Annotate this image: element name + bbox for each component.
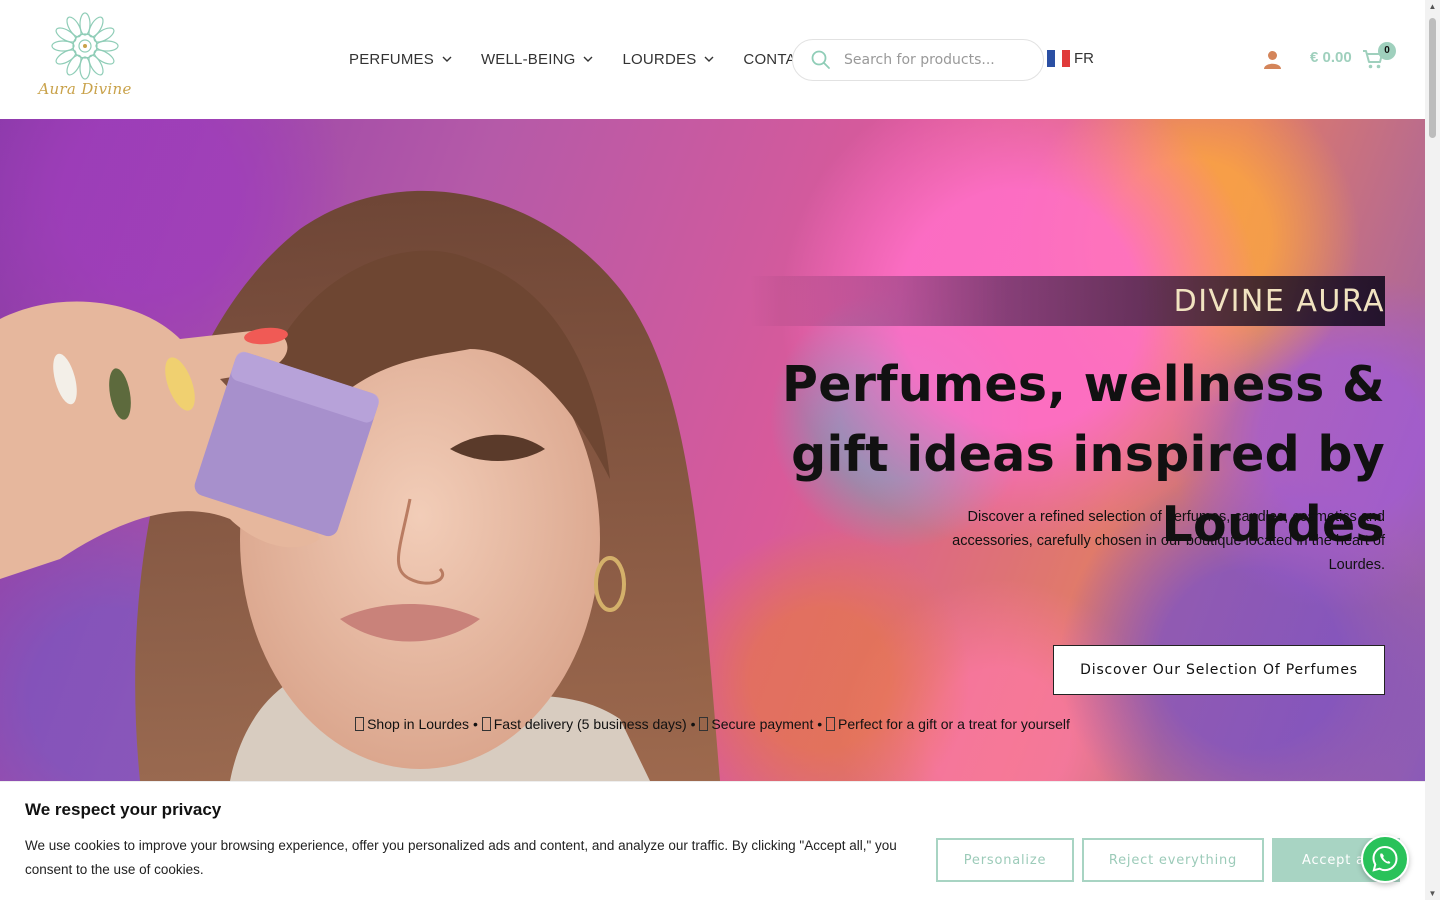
- cookie-title: We respect your privacy: [25, 800, 222, 819]
- site-header: Aura Divine PERFUMES WELL-BEING LOURDES …: [0, 0, 1425, 119]
- nav-lourdes-label: LOURDES: [622, 50, 697, 68]
- france-flag-icon: [1047, 50, 1071, 67]
- scrollbar-thumb[interactable]: [1429, 18, 1436, 138]
- mandala-logo-icon: [51, 12, 119, 80]
- language-switcher[interactable]: FR: [1047, 50, 1094, 67]
- personalize-button[interactable]: Personalize: [936, 838, 1074, 882]
- reject-everything-button[interactable]: Reject everything: [1082, 838, 1264, 882]
- cart-total[interactable]: € 0.00: [1310, 49, 1352, 66]
- discover-perfumes-button[interactable]: Discover Our Selection Of Perfumes: [1053, 645, 1385, 695]
- language-label: FR: [1074, 50, 1094, 67]
- cart-count-badge: 0: [1378, 42, 1396, 60]
- scroll-down-arrow-icon[interactable]: ▼: [1428, 889, 1437, 898]
- hero-tagline: DIVINE AURA: [1173, 284, 1385, 319]
- feature-item: Fast delivery (5 business days): [493, 716, 687, 732]
- hero-banner: DIVINE AURA Perfumes, wellness & gift id…: [0, 119, 1425, 781]
- cookie-banner: We respect your privacy We use cookies t…: [0, 781, 1425, 900]
- missing-glyph-icon: [355, 717, 365, 731]
- nav-perfumes[interactable]: PERFUMES: [349, 51, 452, 68]
- hero-lead: Discover a refined selection of perfumes…: [952, 509, 1385, 573]
- whatsapp-chat-button[interactable]: [1361, 835, 1409, 883]
- whatsapp-icon: [1372, 845, 1398, 872]
- feature-item: Secure payment: [711, 716, 814, 732]
- nav-well-being-label: WELL-BEING: [480, 50, 576, 68]
- search-icon[interactable]: [810, 49, 832, 71]
- missing-glyph-icon: [826, 717, 836, 731]
- cookie-text: We use cookies to improve your browsing …: [25, 838, 897, 877]
- hero-photo: [0, 190, 721, 781]
- feature-strip: Shop in Lourdes • Fast delivery (5 busin…: [0, 716, 1425, 732]
- user-icon[interactable]: [1262, 49, 1283, 70]
- search-input[interactable]: [844, 52, 1024, 68]
- page-scrollbar[interactable]: ▲ ▼: [1425, 0, 1440, 900]
- search-bar: [792, 39, 1044, 81]
- scroll-up-arrow-icon[interactable]: ▲: [1428, 2, 1437, 11]
- missing-glyph-icon: [481, 717, 491, 731]
- chevron-down-icon: [442, 56, 452, 62]
- chevron-down-icon: [704, 56, 714, 62]
- nav-well-being[interactable]: WELL-BEING: [481, 51, 594, 68]
- feature-item: Perfect for a gift or a treat for yourse…: [838, 716, 1070, 732]
- feature-separator: •: [472, 716, 478, 732]
- feature-separator: •: [690, 716, 696, 732]
- feature-separator: •: [817, 716, 823, 732]
- nav-lourdes[interactable]: LOURDES: [622, 51, 714, 68]
- main-nav: PERFUMES WELL-BEING LOURDES CONTACT: [349, 48, 845, 70]
- chevron-down-icon: [583, 56, 593, 62]
- site-logo[interactable]: Aura Divine: [33, 12, 137, 102]
- nav-perfumes-label: PERFUMES: [349, 50, 434, 68]
- logo-text: Aura Divine: [38, 80, 132, 98]
- missing-glyph-icon: [699, 717, 709, 731]
- feature-item: Shop in Lourdes: [367, 716, 470, 732]
